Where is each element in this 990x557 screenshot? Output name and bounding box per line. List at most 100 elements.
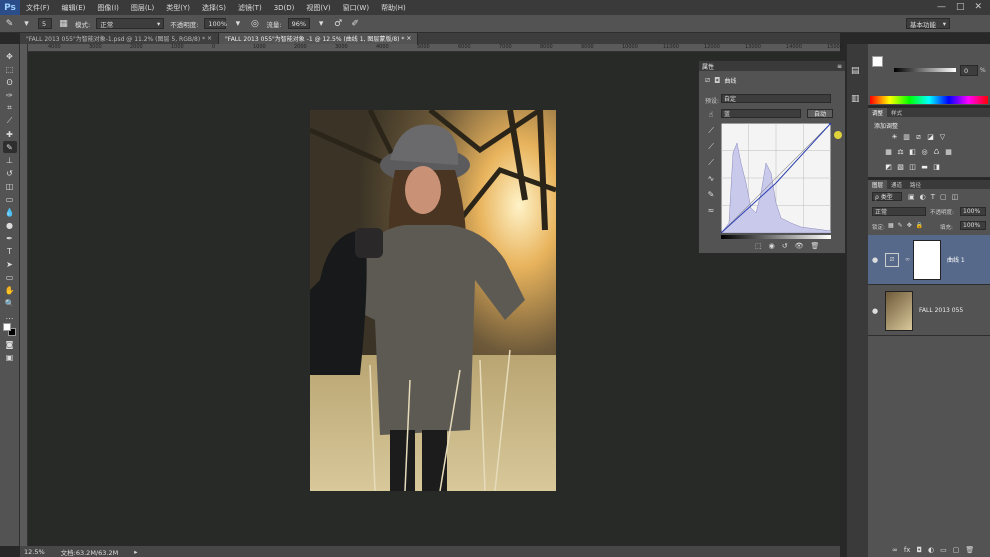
link-icon[interactable]: ∞ xyxy=(905,256,910,263)
menu-type[interactable]: 类型(Y) xyxy=(160,3,196,13)
invert-icon[interactable]: ◩ xyxy=(884,163,893,171)
shape-filter-icon[interactable]: ▢ xyxy=(940,193,947,201)
eyedropper-tool-icon[interactable]: ⟋ xyxy=(3,115,17,127)
visibility-eye-icon[interactable]: ● xyxy=(868,307,882,315)
visibility-icon[interactable]: 👁 xyxy=(795,242,804,250)
delete-layer-icon[interactable]: 🗑 xyxy=(965,546,974,554)
brush-tool-icon[interactable]: ✎ xyxy=(2,141,17,153)
menu-select[interactable]: 选择(S) xyxy=(196,3,232,13)
layer-name[interactable]: FALL 2013 055 xyxy=(919,307,963,314)
color-ramp[interactable] xyxy=(870,96,988,104)
gray-slider[interactable] xyxy=(894,68,956,72)
document-tab-2[interactable]: "FALL 2013 055"为智能对象 -1 @ 12.5% (曲线 1, 图… xyxy=(219,33,419,44)
layer-opacity-field[interactable]: 100% xyxy=(960,207,986,216)
dodge-tool-icon[interactable]: ● xyxy=(3,219,17,231)
foreground-color-swatch[interactable] xyxy=(2,323,11,331)
healing-tool-icon[interactable]: ✚ xyxy=(3,128,17,140)
color-swatches[interactable] xyxy=(2,323,18,337)
layer-row-curves[interactable]: ● ⧄ ∞ 曲线 1 xyxy=(868,235,990,285)
gradient-tool-icon[interactable]: ▭ xyxy=(3,193,17,205)
tab-close-icon[interactable]: × xyxy=(406,35,411,42)
pixel-filter-icon[interactable]: ▣ xyxy=(908,193,915,201)
clip-to-layer-icon[interactable]: ⬚ xyxy=(755,242,762,250)
curves-graph[interactable] xyxy=(721,123,831,233)
adjustment-filter-icon[interactable]: ◐ xyxy=(920,193,926,201)
blend-mode-select[interactable]: 正常 xyxy=(872,207,926,216)
history-brush-tool-icon[interactable]: ↺ xyxy=(3,167,17,179)
visibility-eye-icon[interactable]: ● xyxy=(868,256,882,264)
smart-object-filter-icon[interactable]: ◫ xyxy=(952,193,959,201)
tab-styles[interactable]: 样式 xyxy=(887,108,906,117)
menu-file[interactable]: 文件(F) xyxy=(20,3,56,13)
minimize-button[interactable]: — xyxy=(937,2,946,12)
channel-select[interactable]: 蓝 xyxy=(721,109,801,118)
delete-icon[interactable]: 🗑 xyxy=(811,242,820,250)
vibrance-icon[interactable]: ▽ xyxy=(938,133,947,141)
preset-select[interactable]: 自定 xyxy=(721,94,831,103)
lock-all-icon[interactable]: 🔒 xyxy=(916,222,923,229)
gray-point-eyedropper-icon[interactable]: ⟋ xyxy=(705,141,717,152)
link-layers-icon[interactable]: ∞ xyxy=(892,546,898,554)
gray-value-field[interactable]: 0 xyxy=(960,65,978,76)
path-select-tool-icon[interactable]: ➤ xyxy=(3,258,17,270)
move-tool-icon[interactable]: ✥ xyxy=(3,50,17,62)
menu-layer[interactable]: 图层(L) xyxy=(125,3,160,13)
type-tool-icon[interactable]: T xyxy=(3,245,17,257)
white-point-eyedropper-icon[interactable]: ⟋ xyxy=(705,157,717,168)
auto-button[interactable]: 自动 xyxy=(807,109,833,118)
zoom-level[interactable]: 12.5% xyxy=(24,548,45,556)
document-tab-1[interactable]: "FALL 2013 055"为智能对象-1.psd @ 11.2% (图层 5… xyxy=(20,33,220,44)
menu-filter[interactable]: 滤镜(T) xyxy=(232,3,268,13)
black-white-icon[interactable]: ◧ xyxy=(908,148,917,156)
tab-close-icon[interactable]: × xyxy=(207,35,212,42)
brush-panel-icon[interactable]: ▦ xyxy=(58,18,69,29)
menu-image[interactable]: 图像(I) xyxy=(91,3,125,13)
zoom-tool-icon[interactable]: 🔍 xyxy=(3,297,17,309)
pen-tool-icon[interactable]: ✒ xyxy=(3,232,17,244)
fill-field[interactable]: 100% xyxy=(960,221,986,230)
layer-name[interactable]: 曲线 1 xyxy=(947,255,965,264)
view-previous-icon[interactable]: ◉ xyxy=(769,242,775,250)
blur-tool-icon[interactable]: 💧 xyxy=(3,206,17,218)
tab-channels[interactable]: 通道 xyxy=(887,180,906,189)
document-photo[interactable] xyxy=(310,110,556,491)
new-adjustment-icon[interactable]: ◐ xyxy=(928,546,934,554)
quick-mask-icon[interactable]: ◙ xyxy=(3,338,17,350)
mode-select[interactable]: 正常 ▾ xyxy=(96,18,165,29)
close-button[interactable]: ✕ xyxy=(974,2,982,12)
reset-icon[interactable]: ↺ xyxy=(782,242,788,250)
brush-preset-picker[interactable]: ▾ xyxy=(21,18,32,29)
new-group-icon[interactable]: ▭ xyxy=(940,546,947,554)
opacity-field[interactable]: 100% xyxy=(204,18,227,29)
layer-filter-select[interactable]: ρ 类型 xyxy=(872,192,902,201)
channel-mixer-icon[interactable]: ♺ xyxy=(932,148,941,156)
hand-tool-icon[interactable]: ✋ xyxy=(3,284,17,296)
brush-tool-icon[interactable]: ✎ xyxy=(4,18,15,29)
marquee-tool-icon[interactable]: ⬚ xyxy=(3,63,17,75)
layer-row-photo[interactable]: ● FALL 2013 055 xyxy=(868,286,990,336)
history-panel-icon[interactable]: ▤ xyxy=(851,66,860,76)
exposure-icon[interactable]: ◪ xyxy=(926,133,935,141)
more-tools-icon[interactable]: … xyxy=(3,310,17,322)
new-layer-icon[interactable]: ▢ xyxy=(953,546,960,554)
gradient-map-icon[interactable]: ▬ xyxy=(920,163,929,171)
smooth-curve-icon[interactable]: ≈ xyxy=(705,205,717,216)
lock-image-icon[interactable]: ✎ xyxy=(898,222,903,229)
levels-icon[interactable]: ▥ xyxy=(902,133,911,141)
menu-help[interactable]: 帮助(H) xyxy=(375,3,412,13)
black-point-eyedropper-icon[interactable]: ⟋ xyxy=(705,125,717,136)
tab-layers[interactable]: 图层 xyxy=(868,180,888,189)
threshold-icon[interactable]: ◫ xyxy=(908,163,917,171)
curve-point-icon[interactable]: ∿ xyxy=(705,173,717,184)
photo-filter-icon[interactable]: ◎ xyxy=(920,148,929,156)
posterize-icon[interactable]: ▧ xyxy=(896,163,905,171)
layer-mask-thumbnail[interactable] xyxy=(913,239,941,280)
lock-position-icon[interactable]: ✥ xyxy=(907,222,912,229)
chevron-down-icon[interactable]: ▾ xyxy=(316,18,327,29)
color-lookup-icon[interactable]: ▦ xyxy=(944,148,953,156)
type-filter-icon[interactable]: T xyxy=(931,193,935,201)
pressure-size-icon[interactable]: ✐ xyxy=(350,18,361,29)
brightness-icon[interactable]: ☀ xyxy=(890,133,899,141)
quick-select-tool-icon[interactable]: ✑ xyxy=(3,89,17,101)
mask-icon[interactable]: ◘ xyxy=(714,76,720,85)
